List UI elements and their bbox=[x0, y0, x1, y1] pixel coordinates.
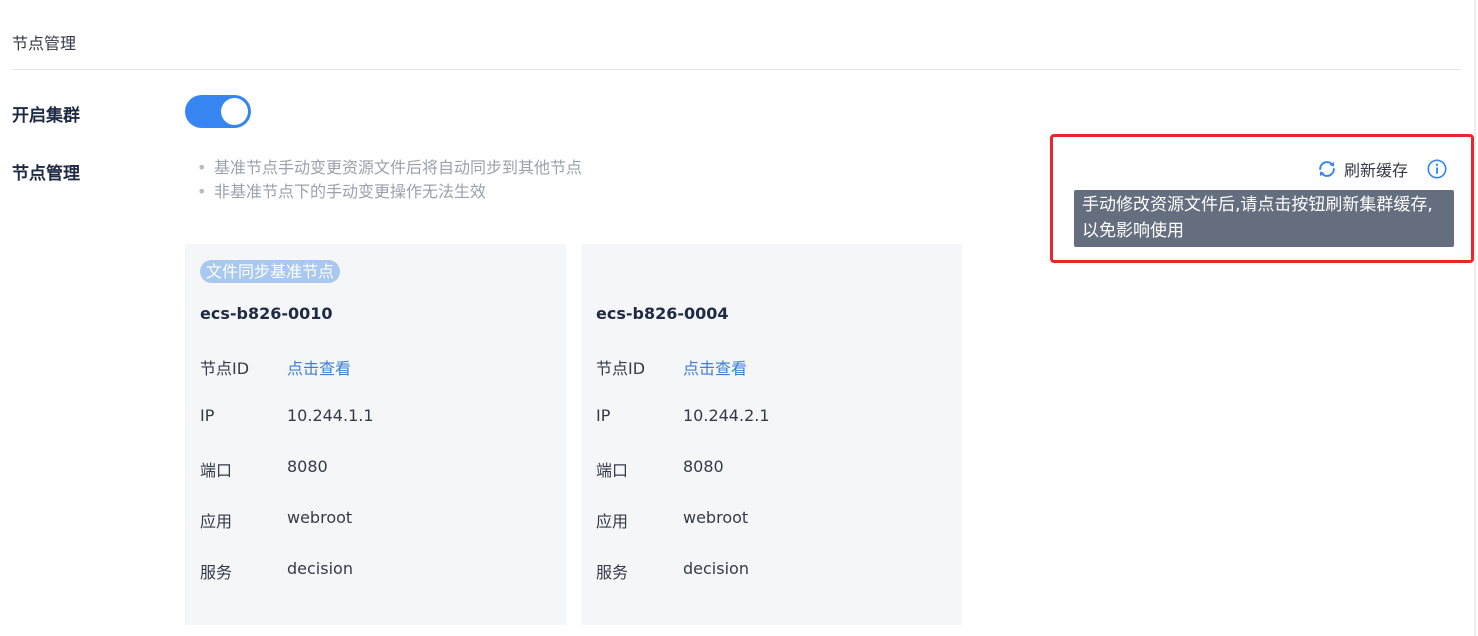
refresh-toolbar: 刷新缓存 bbox=[1316, 157, 1448, 181]
node-card: 文件同步基准节点 ecs-b826-0010 节点ID 点击查看 IP 10.2… bbox=[185, 244, 566, 625]
app-value: webroot bbox=[683, 508, 749, 527]
node-id-label: 节点ID bbox=[200, 359, 250, 378]
refresh-cache-label: 刷新缓存 bbox=[1344, 161, 1409, 180]
node-management-label: 节点管理 bbox=[12, 164, 80, 184]
node-hostname: ecs-b826-0004 bbox=[596, 304, 729, 323]
refresh-tooltip: 手动修改资源文件后,请点击按钮刷新集群缓存,以免影响使用 bbox=[1074, 190, 1454, 247]
ip-label: IP bbox=[200, 406, 215, 425]
info-icon[interactable] bbox=[1426, 158, 1448, 180]
toggle-knob bbox=[221, 98, 248, 125]
node-id-label: 节点ID bbox=[596, 359, 646, 378]
port-value: 8080 bbox=[287, 457, 328, 476]
node-notes: 基准节点手动变更资源文件后将自动同步到其他节点 非基准节点下的手动变更操作无法生… bbox=[197, 156, 582, 204]
app-label: 应用 bbox=[200, 512, 233, 531]
port-label: 端口 bbox=[596, 461, 629, 480]
app-value: webroot bbox=[287, 508, 353, 527]
ip-value: 10.244.2.1 bbox=[683, 406, 770, 425]
note-item: 非基准节点下的手动变更操作无法生效 bbox=[197, 180, 582, 204]
header-divider bbox=[12, 69, 1461, 70]
ip-value: 10.244.1.1 bbox=[287, 406, 374, 425]
service-value: decision bbox=[683, 559, 749, 578]
port-value: 8080 bbox=[683, 457, 724, 476]
service-value: decision bbox=[287, 559, 353, 578]
page-title: 节点管理 bbox=[12, 34, 77, 53]
node-card: ecs-b826-0004 节点ID 点击查看 IP 10.244.2.1 端口… bbox=[581, 244, 962, 625]
service-label: 服务 bbox=[200, 563, 233, 582]
view-node-id-link[interactable]: 点击查看 bbox=[683, 355, 747, 379]
refresh-icon bbox=[1319, 161, 1335, 177]
ip-label: IP bbox=[596, 406, 611, 425]
app-label: 应用 bbox=[596, 512, 629, 531]
port-label: 端口 bbox=[200, 461, 233, 480]
scrollbar-track[interactable] bbox=[1474, 0, 1476, 636]
service-label: 服务 bbox=[596, 563, 629, 582]
node-hostname: ecs-b826-0010 bbox=[200, 304, 333, 323]
cluster-label: 开启集群 bbox=[12, 106, 80, 126]
refresh-cache-button[interactable]: 刷新缓存 bbox=[1316, 157, 1408, 181]
cluster-toggle[interactable] bbox=[185, 95, 251, 128]
base-node-badge: 文件同步基准节点 bbox=[200, 260, 341, 283]
view-node-id-link[interactable]: 点击查看 bbox=[287, 355, 351, 379]
note-item: 基准节点手动变更资源文件后将自动同步到其他节点 bbox=[197, 156, 582, 180]
